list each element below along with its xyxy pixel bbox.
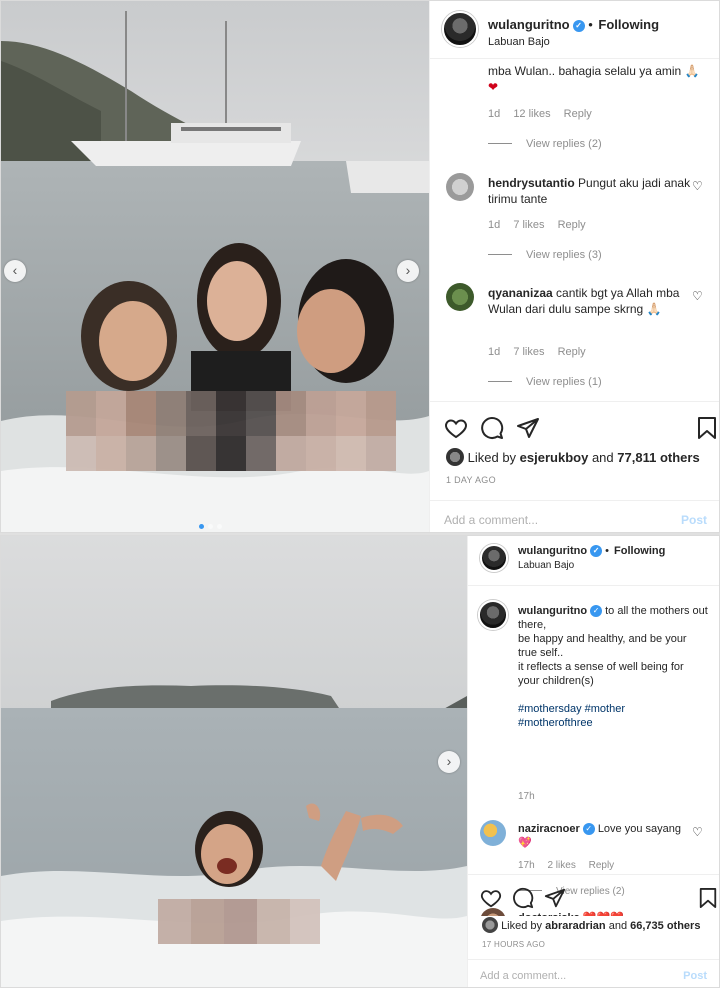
view-replies-button[interactable]: View replies (1) (488, 376, 602, 388)
comment-like-heart-icon[interactable]: ♡ (692, 290, 704, 302)
prev-photo-button[interactable]: ‹ (4, 260, 26, 282)
comment-meta: 17h 2 likes Reply (518, 860, 615, 871)
following-button[interactable]: Following (598, 17, 659, 32)
beach-photo-three-people (1, 1, 429, 532)
bookmark-icon[interactable] (696, 416, 718, 440)
liker-username[interactable]: esjerukboy (520, 450, 589, 465)
heart-icon[interactable] (444, 416, 468, 440)
likes-summary: Liked by abraradrian and 66,735 others (482, 917, 700, 933)
comment-text: hendrysutantio Pungut aku jadi anak tiri… (488, 176, 691, 206)
beach-photo-woman-in-waves (1, 536, 467, 987)
comment-like-heart-icon[interactable]: ♡ (692, 180, 704, 192)
likes-others-link[interactable]: 66,735 others (630, 920, 700, 932)
post-comment-button[interactable]: Post (681, 513, 707, 527)
commenter-avatar[interactable] (446, 283, 474, 311)
comment-meta: 1d 7 likes Reply (488, 219, 586, 231)
comment-text: mba Wulan.. bahagia selalu ya amin 🙏🏻❤ (488, 64, 700, 94)
add-comment-bar: Add a comment... Post (468, 959, 719, 987)
comment-bubble-icon[interactable] (480, 416, 504, 440)
post-2-photo[interactable]: › (1, 536, 467, 987)
caption-author-avatar[interactable] (478, 600, 508, 630)
comments-list[interactable]: wulanguritno ✓ to all the mothers out the… (468, 586, 719, 916)
user-avatar[interactable] (442, 11, 478, 47)
liker-avatar[interactable] (482, 917, 498, 933)
post-1-actions: Liked by esjerukboy and 77,811 others 1 … (430, 401, 719, 532)
hashtag-link[interactable]: #mothersday (518, 703, 582, 715)
liker-avatar[interactable] (446, 448, 464, 466)
comment-meta: 1d 12 likes Reply (488, 108, 602, 120)
post-1-photo[interactable]: ‹ › (1, 1, 429, 532)
bookmark-icon[interactable] (698, 887, 718, 909)
post-2: › wulanguritno ✓ • Following Labuan Bajo … (0, 535, 720, 988)
verified-badge-icon: ✓ (590, 545, 603, 557)
caption-username[interactable]: wulanguritno (518, 605, 587, 617)
next-photo-button[interactable]: › (397, 260, 419, 282)
post-timestamp[interactable]: 17 HOURS AGO (482, 940, 545, 949)
caption-time: 17h (518, 791, 535, 802)
next-photo-button[interactable]: › (438, 751, 460, 773)
comments-list[interactable]: mba Wulan.. bahagia selalu ya amin 🙏🏻❤ 1… (430, 59, 719, 399)
post-header-username[interactable]: wulanguritno ✓ • Following (518, 545, 665, 557)
comment-bubble-icon[interactable] (512, 887, 534, 909)
add-comment-input[interactable]: Add a comment... (444, 513, 538, 527)
location-link[interactable]: Labuan Bajo (518, 560, 574, 571)
add-comment-input[interactable]: Add a comment... (480, 970, 566, 982)
reply-button[interactable]: Reply (564, 108, 592, 120)
comment-text: qyananizaa cantik bgt ya Allah mba Wulan… (488, 286, 680, 316)
reply-button[interactable]: Reply (558, 346, 586, 358)
comment-meta: 1d 7 likes Reply (488, 346, 586, 358)
carousel-indicator (199, 524, 222, 529)
view-replies-button[interactable]: View replies (3) (488, 249, 602, 261)
verified-badge-icon: ✓ (582, 823, 595, 835)
following-button[interactable]: Following (614, 545, 665, 557)
post-timestamp[interactable]: 1 DAY AGO (446, 475, 496, 485)
post-comment-button[interactable]: Post (683, 970, 707, 982)
comment-like-heart-icon[interactable]: ♡ (692, 826, 704, 838)
post-1-header: wulanguritno ✓ • Following Labuan Bajo (430, 1, 719, 59)
user-avatar[interactable] (480, 544, 508, 572)
comment-likes[interactable]: 12 likes (513, 108, 550, 120)
post-2-sidebar: wulanguritno ✓ • Following Labuan Bajo wu… (467, 536, 719, 987)
location-link[interactable]: Labuan Bajo (488, 36, 550, 48)
username-text[interactable]: wulanguritno (518, 545, 587, 557)
hashtag-link[interactable]: #motherofthree (518, 717, 593, 729)
post-2-actions: Liked by abraradrian and 66,735 others 1… (468, 874, 719, 987)
verified-badge-icon: ✓ (590, 605, 603, 617)
comment-text: naziracnoer ✓ Love you sayang 💖 (518, 823, 681, 849)
commenter-username[interactable]: naziracnoer (518, 823, 580, 835)
paper-plane-icon[interactable] (544, 887, 566, 909)
paper-plane-icon[interactable] (516, 416, 540, 440)
heart-icon[interactable] (480, 887, 502, 909)
reply-button[interactable]: Reply (589, 860, 615, 871)
verified-badge-icon: ✓ (572, 20, 585, 32)
commenter-username[interactable]: hendrysutantio (488, 176, 575, 190)
post-1-sidebar: wulanguritno ✓ • Following Labuan Bajo mb… (429, 1, 719, 532)
post-header-username[interactable]: wulanguritno ✓ • Following (488, 17, 659, 32)
caption-text: wulanguritno ✓ to all the mothers out the… (518, 605, 708, 729)
reply-button[interactable]: Reply (558, 219, 586, 231)
commenter-username[interactable]: qyananizaa (488, 286, 553, 300)
post-1: ‹ › wulanguritno ✓ • Following Labuan Baj… (0, 0, 720, 533)
liker-username[interactable]: abraradrian (545, 920, 606, 932)
comment-time: 1d (488, 108, 501, 120)
add-comment-bar: Add a comment... Post (430, 500, 719, 532)
username-text[interactable]: wulanguritno (488, 17, 570, 32)
hashtag-link[interactable]: #mother (585, 703, 625, 715)
commenter-avatar[interactable] (446, 173, 474, 201)
likes-others-link[interactable]: 77,811 others (617, 450, 699, 465)
commenter-avatar[interactable] (480, 820, 506, 846)
view-replies-button[interactable]: View replies (2) (488, 138, 602, 150)
likes-summary: Liked by esjerukboy and 77,811 others (446, 448, 700, 466)
post-2-header: wulanguritno ✓ • Following Labuan Bajo (468, 536, 719, 586)
